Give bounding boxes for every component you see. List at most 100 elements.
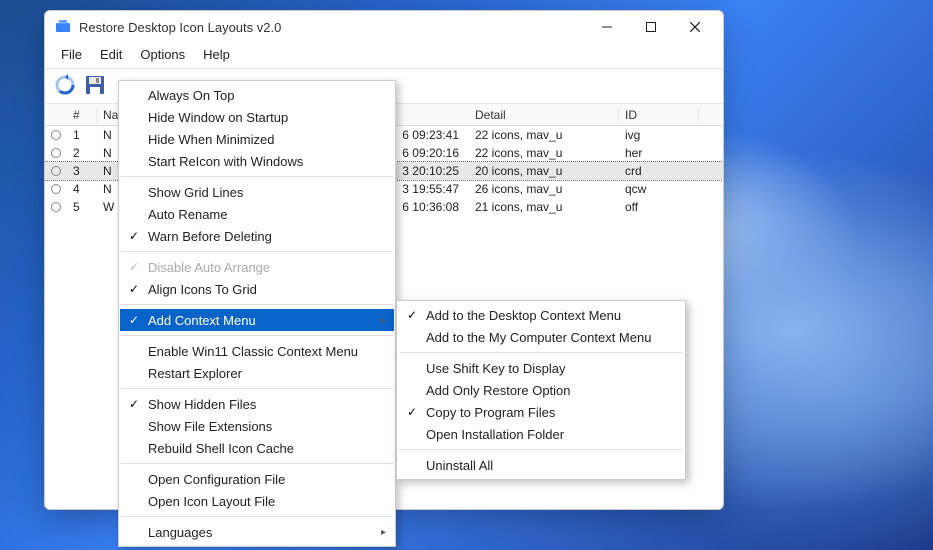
cell-id: her <box>619 146 699 160</box>
menu-item: ✓Disable Auto Arrange <box>120 256 394 278</box>
menu-item[interactable]: Open Configuration File <box>120 468 394 490</box>
cell-detail: 26 icons, mav_u <box>469 182 619 196</box>
menu-item-label: Show Hidden Files <box>148 397 376 412</box>
check-icon: ✓ <box>120 313 148 327</box>
separator <box>121 335 393 336</box>
app-icon <box>55 19 71 35</box>
cell-detail: 21 icons, mav_u <box>469 200 619 214</box>
menu-item-label: Hide When Minimized <box>148 132 376 147</box>
save-button[interactable] <box>81 71 109 99</box>
menu-item-label: Align Icons To Grid <box>148 282 376 297</box>
chevron-right-icon: ▸ <box>381 527 386 538</box>
cell-id: ivg <box>619 128 699 142</box>
cell-detail: 22 icons, mav_u <box>469 128 619 142</box>
radio-icon[interactable] <box>51 130 61 140</box>
context-menu-submenu: ✓Add to the Desktop Context Menu Add to t… <box>396 300 686 480</box>
menu-item-label: Languages <box>148 525 376 540</box>
menu-item[interactable]: ✓Warn Before Deleting <box>120 225 394 247</box>
check-icon: ✓ <box>120 397 148 411</box>
cell-id: crd <box>619 164 699 178</box>
cell-id: qcw <box>619 182 699 196</box>
menu-item[interactable]: Open Icon Layout File <box>120 490 394 512</box>
menu-item-label: Restart Explorer <box>148 366 376 381</box>
menu-item[interactable]: Rebuild Shell Icon Cache <box>120 437 394 459</box>
menu-item-label: Hide Window on Startup <box>148 110 376 125</box>
separator <box>121 251 393 252</box>
radio-icon[interactable] <box>51 202 61 212</box>
menu-item-label: Disable Auto Arrange <box>148 260 376 275</box>
titlebar[interactable]: Restore Desktop Icon Layouts v2.0 <box>45 11 723 43</box>
menu-item[interactable]: Always On Top <box>120 84 394 106</box>
check-icon: ✓ <box>120 282 148 296</box>
menu-item-label: Add to the My Computer Context Menu <box>426 330 666 345</box>
minimize-button[interactable] <box>585 13 629 41</box>
menu-item-label: Open Icon Layout File <box>148 494 376 509</box>
menu-options[interactable]: Options <box>132 45 193 64</box>
separator <box>121 516 393 517</box>
menu-item-label: Show File Extensions <box>148 419 376 434</box>
menu-item[interactable]: Hide When Minimized <box>120 128 394 150</box>
menu-item[interactable]: Enable Win11 Classic Context Menu <box>120 340 394 362</box>
cell-index: 2 <box>67 146 97 160</box>
close-button[interactable] <box>673 13 717 41</box>
menu-item[interactable]: Show Grid Lines <box>120 181 394 203</box>
menu-item-label: Always On Top <box>148 88 376 103</box>
menu-file[interactable]: File <box>53 45 90 64</box>
menu-item-label: Enable Win11 Classic Context Menu <box>148 344 376 359</box>
menu-item-label: Uninstall All <box>426 458 666 473</box>
refresh-button[interactable] <box>51 71 79 99</box>
menu-item[interactable]: ✓Align Icons To Grid <box>120 278 394 300</box>
radio-icon[interactable] <box>51 184 61 194</box>
cell-id: off <box>619 200 699 214</box>
cell-detail: 22 icons, mav_u <box>469 146 619 160</box>
menu-item-label: Add Context Menu <box>148 313 376 328</box>
maximize-button[interactable] <box>629 13 673 41</box>
menu-item[interactable]: ✓Add to the Desktop Context Menu <box>398 304 684 326</box>
menu-item[interactable]: Start ReIcon with Windows <box>120 150 394 172</box>
cell-index: 5 <box>67 200 97 214</box>
menu-item-label: Add Only Restore Option <box>426 383 666 398</box>
separator <box>121 463 393 464</box>
window-title: Restore Desktop Icon Layouts v2.0 <box>79 20 585 35</box>
menu-item[interactable]: Add to the My Computer Context Menu <box>398 326 684 348</box>
cell-detail: 20 icons, mav_u <box>469 164 619 178</box>
menu-item[interactable]: Auto Rename <box>120 203 394 225</box>
separator <box>399 352 683 353</box>
menu-item[interactable]: ✓Copy to Program Files <box>398 401 684 423</box>
radio-icon[interactable] <box>51 166 61 176</box>
menu-item[interactable]: Add Only Restore Option <box>398 379 684 401</box>
menu-item[interactable]: Use Shift Key to Display <box>398 357 684 379</box>
check-icon: ✓ <box>120 260 148 274</box>
cell-index: 1 <box>67 128 97 142</box>
col-detail[interactable]: Detail <box>469 108 619 122</box>
separator <box>121 304 393 305</box>
separator <box>399 449 683 450</box>
menu-help[interactable]: Help <box>195 45 238 64</box>
menu-item-label: Rebuild Shell Icon Cache <box>148 441 376 456</box>
check-icon: ✓ <box>120 229 148 243</box>
menu-edit[interactable]: Edit <box>92 45 130 64</box>
menu-item-label: Start ReIcon with Windows <box>148 154 376 169</box>
separator <box>121 388 393 389</box>
menu-item[interactable]: ✓Show Hidden Files <box>120 393 394 415</box>
menu-item-label: Use Shift Key to Display <box>426 361 666 376</box>
check-icon: ✓ <box>398 308 426 322</box>
menu-item-label: Show Grid Lines <box>148 185 376 200</box>
col-id[interactable]: ID <box>619 108 699 122</box>
menu-item[interactable]: Languages ▸ <box>120 521 394 543</box>
check-icon: ✓ <box>398 405 426 419</box>
cell-index: 4 <box>67 182 97 196</box>
menu-item-label: Warn Before Deleting <box>148 229 376 244</box>
menu-item[interactable]: Show File Extensions <box>120 415 394 437</box>
menubar: File Edit Options Help <box>45 43 723 68</box>
menu-item[interactable]: Open Installation Folder <box>398 423 684 445</box>
menu-item-label: Open Configuration File <box>148 472 376 487</box>
radio-icon[interactable] <box>51 148 61 158</box>
separator <box>121 176 393 177</box>
menu-item[interactable]: ✓Add Context Menu▸ <box>120 309 394 331</box>
col-index[interactable]: # <box>67 108 97 122</box>
menu-item[interactable]: Hide Window on Startup <box>120 106 394 128</box>
menu-item-label: Auto Rename <box>148 207 376 222</box>
menu-item[interactable]: Restart Explorer <box>120 362 394 384</box>
menu-item[interactable]: Uninstall All <box>398 454 684 476</box>
